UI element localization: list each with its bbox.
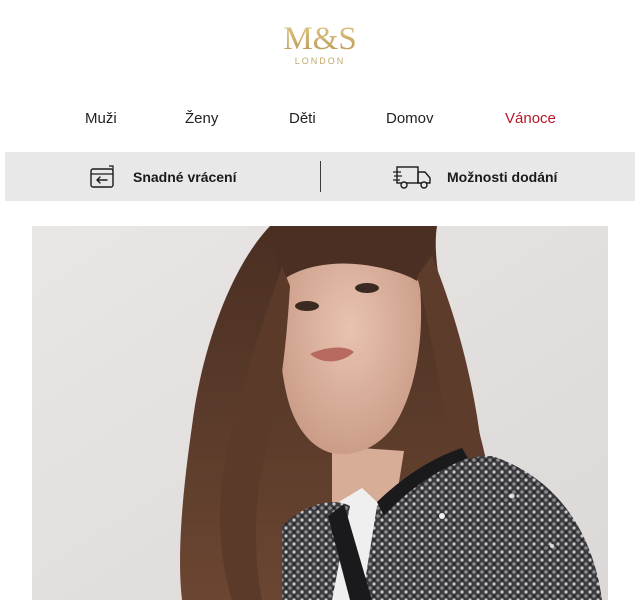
- email-page: M&S LONDON Muži Ženy Děti Domov Vánoce S…: [0, 0, 640, 600]
- delivery-truck-icon: [393, 163, 433, 191]
- service-divider: [320, 161, 321, 192]
- easy-returns-label: Snadné vrácení: [133, 168, 237, 185]
- nav-item-muzi[interactable]: Muži: [85, 108, 117, 130]
- nav-item-zeny[interactable]: Ženy: [185, 108, 218, 130]
- return-box-icon: [89, 164, 117, 189]
- easy-returns-link[interactable]: Snadné vrácení: [89, 152, 237, 201]
- main-navigation: Muži Ženy Děti Domov Vánoce: [0, 108, 640, 130]
- hero-image[interactable]: [32, 226, 608, 600]
- nav-item-deti[interactable]: Děti: [289, 108, 316, 130]
- service-bar: Snadné vrácení Možnosti dodání: [5, 152, 635, 201]
- logo-subtext: LONDON: [294, 56, 346, 66]
- delivery-options-label: Možnosti dodání: [447, 168, 558, 185]
- woman-in-sequin-jacket-image: [32, 226, 608, 600]
- logo-wordmark: M&S: [0, 22, 640, 56]
- brand-logo[interactable]: M&S LONDON: [0, 22, 640, 66]
- nav-item-vanoce[interactable]: Vánoce: [505, 108, 556, 130]
- nav-item-domov[interactable]: Domov: [386, 108, 434, 130]
- delivery-options-link[interactable]: Možnosti dodání: [393, 152, 557, 201]
